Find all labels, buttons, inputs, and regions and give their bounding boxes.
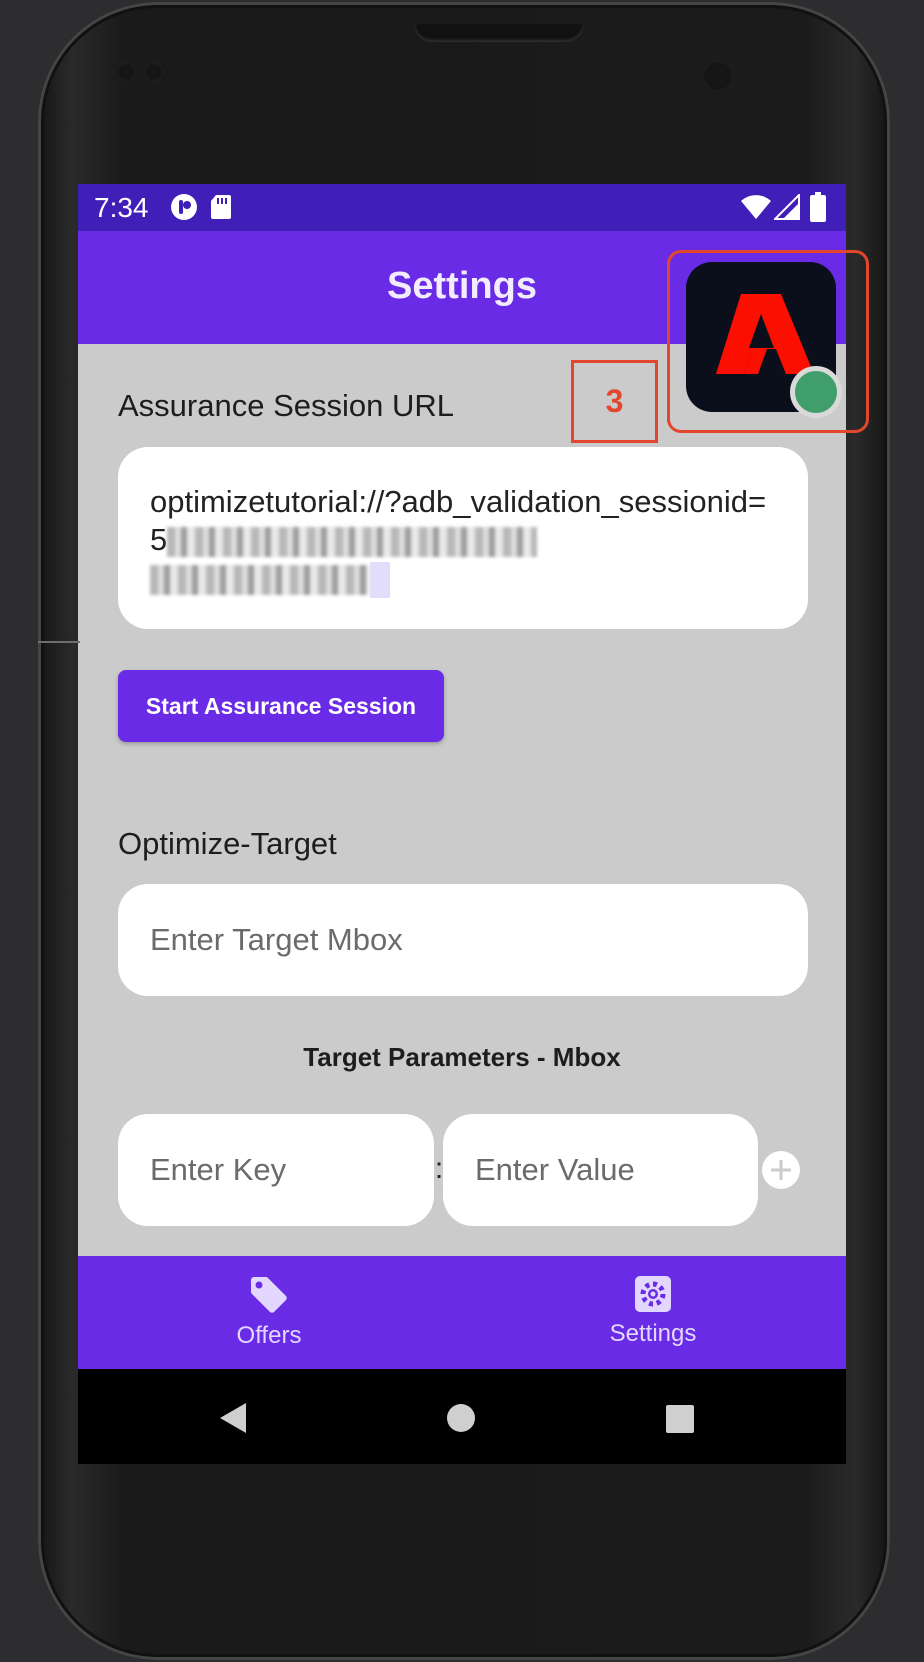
annotation-highlight-box <box>667 250 869 433</box>
target-mbox-placeholder: Enter Target Mbox <box>150 922 403 957</box>
param-key-input[interactable]: Enter Key <box>118 1114 434 1226</box>
nav-item-settings[interactable]: Settings <box>553 1256 753 1369</box>
param-key-placeholder: Enter Key <box>150 1152 287 1187</box>
nav-item-label: Offers <box>236 1322 302 1349</box>
home-icon[interactable] <box>446 1403 476 1433</box>
annotation-step-label: 3 <box>571 360 658 443</box>
cellular-signal-icon <box>772 192 800 225</box>
gear-icon <box>635 1276 671 1312</box>
front-sensor <box>144 62 164 82</box>
wifi-icon <box>740 194 772 225</box>
system-navigation-bar <box>78 1369 846 1464</box>
nav-item-offers[interactable]: Offers <box>169 1256 369 1369</box>
target-parameters-label: Target Parameters - Mbox <box>303 1042 621 1072</box>
plus-icon <box>762 1151 800 1189</box>
assurance-url-field[interactable]: optimizetutorial://?adb_validation_sessi… <box>118 447 808 629</box>
add-parameter-button[interactable] <box>761 1150 801 1190</box>
recents-icon[interactable] <box>665 1404 695 1434</box>
optimize-target-section-label: Optimize-Target <box>118 826 337 861</box>
param-value-placeholder: Enter Value <box>475 1152 635 1187</box>
notification-app-icon <box>170 193 198 226</box>
redacted-session-id <box>150 564 370 595</box>
front-sensor <box>116 62 136 82</box>
status-time: 7:34 <box>94 192 149 223</box>
annotation-pointer-line <box>38 641 80 643</box>
back-icon[interactable] <box>218 1401 248 1435</box>
bottom-navigation: Offers Settings <box>78 1256 846 1369</box>
param-value-input[interactable]: Enter Value <box>443 1114 758 1226</box>
status-bar: 7:34 <box>78 184 846 231</box>
battery-icon <box>810 192 826 227</box>
text-cursor-selection <box>370 561 390 598</box>
target-mbox-input[interactable]: Enter Target Mbox <box>118 884 808 996</box>
sd-card-icon <box>209 193 233 226</box>
nav-item-label: Settings <box>609 1320 697 1347</box>
start-assurance-session-button[interactable]: Start Assurance Session <box>118 670 444 742</box>
tag-icon <box>251 1277 287 1313</box>
annotation-step-number: 3 <box>605 383 624 419</box>
front-camera <box>702 60 734 92</box>
assurance-section-label: Assurance Session URL <box>118 388 454 423</box>
redacted-session-id <box>167 526 538 557</box>
earpiece-speaker <box>414 24 584 42</box>
